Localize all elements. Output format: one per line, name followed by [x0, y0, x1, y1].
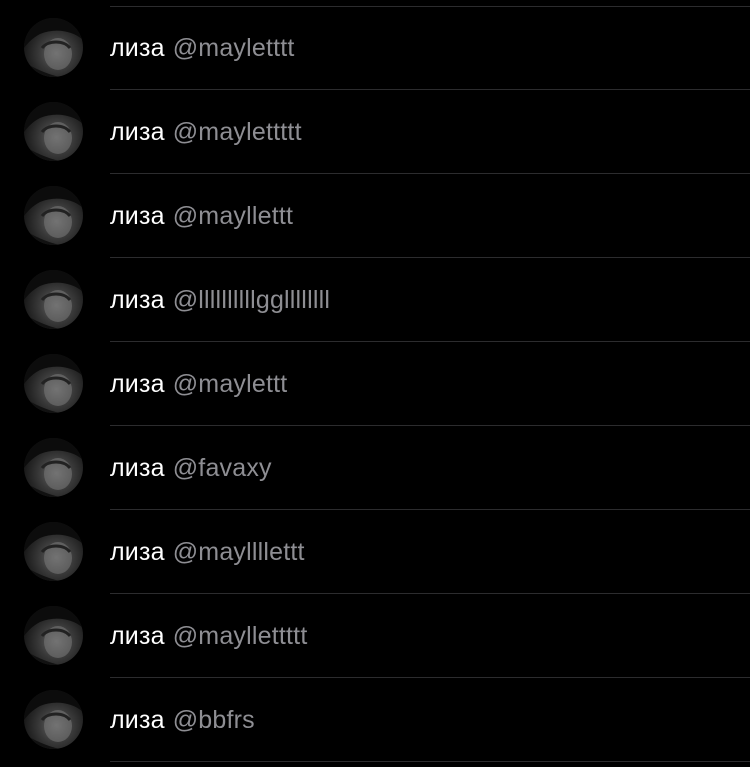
account-handle: @llllllllllggllllllll	[172, 285, 331, 314]
avatar[interactable]	[24, 438, 83, 497]
account-row[interactable]: лиза @mayllettt	[0, 174, 750, 258]
profile-photo-icon	[24, 522, 83, 581]
account-handle: @maylettt	[172, 369, 288, 398]
account-name: лиза	[110, 453, 165, 482]
account-text: лиза @mayllettt	[110, 174, 293, 258]
account-row[interactable]: лиза @mayllettttt	[0, 594, 750, 678]
account-handle: @bbfrs	[172, 705, 255, 734]
account-row[interactable]: лиза @maylettttt	[0, 90, 750, 174]
avatar[interactable]	[24, 102, 83, 161]
account-handle: @mayllettt	[172, 201, 294, 230]
avatar[interactable]	[24, 186, 83, 245]
account-row[interactable]: лиза @mayllllettt	[0, 510, 750, 594]
account-row[interactable]: лиза @maylettt	[0, 342, 750, 426]
account-list: лиза @mayletttt лиза @maylettttt лиза @m…	[0, 6, 750, 762]
account-handle: @maylettttt	[172, 117, 302, 146]
account-text: лиза @mayletttt	[110, 6, 295, 90]
account-text: лиза @maylettttt	[110, 90, 302, 174]
account-name: лиза	[110, 285, 165, 314]
profile-photo-icon	[24, 102, 83, 161]
profile-photo-icon	[24, 270, 83, 329]
account-row[interactable]: лиза @bbfrs	[0, 678, 750, 762]
account-name: лиза	[110, 33, 165, 62]
profile-photo-icon	[24, 18, 83, 77]
profile-photo-icon	[24, 354, 83, 413]
account-name: лиза	[110, 369, 165, 398]
account-text: лиза @favaxy	[110, 426, 272, 510]
account-row[interactable]: лиза @mayletttt	[0, 6, 750, 90]
avatar[interactable]	[24, 522, 83, 581]
profile-photo-icon	[24, 690, 83, 749]
account-name: лиза	[110, 621, 165, 650]
avatar[interactable]	[24, 18, 83, 77]
account-name: лиза	[110, 117, 165, 146]
avatar[interactable]	[24, 354, 83, 413]
profile-photo-icon	[24, 186, 83, 245]
profile-photo-icon	[24, 606, 83, 665]
avatar[interactable]	[24, 690, 83, 749]
avatar[interactable]	[24, 270, 83, 329]
account-text: лиза @mayllllettt	[110, 510, 305, 594]
account-handle: @mayletttt	[172, 33, 295, 62]
account-name: лиза	[110, 705, 165, 734]
account-handle: @mayllettttt	[172, 621, 308, 650]
avatar[interactable]	[24, 606, 83, 665]
account-text: лиза @llllllllllggllllllll	[110, 258, 330, 342]
account-name: лиза	[110, 537, 165, 566]
account-handle: @favaxy	[172, 453, 272, 482]
account-handle: @mayllllettt	[172, 537, 305, 566]
account-text: лиза @maylettt	[110, 342, 287, 426]
account-name: лиза	[110, 201, 165, 230]
profile-photo-icon	[24, 438, 83, 497]
account-text: лиза @mayllettttt	[110, 594, 307, 678]
account-text: лиза @bbfrs	[110, 678, 255, 762]
account-row[interactable]: лиза @llllllllllggllllllll	[0, 258, 750, 342]
account-row[interactable]: лиза @favaxy	[0, 426, 750, 510]
